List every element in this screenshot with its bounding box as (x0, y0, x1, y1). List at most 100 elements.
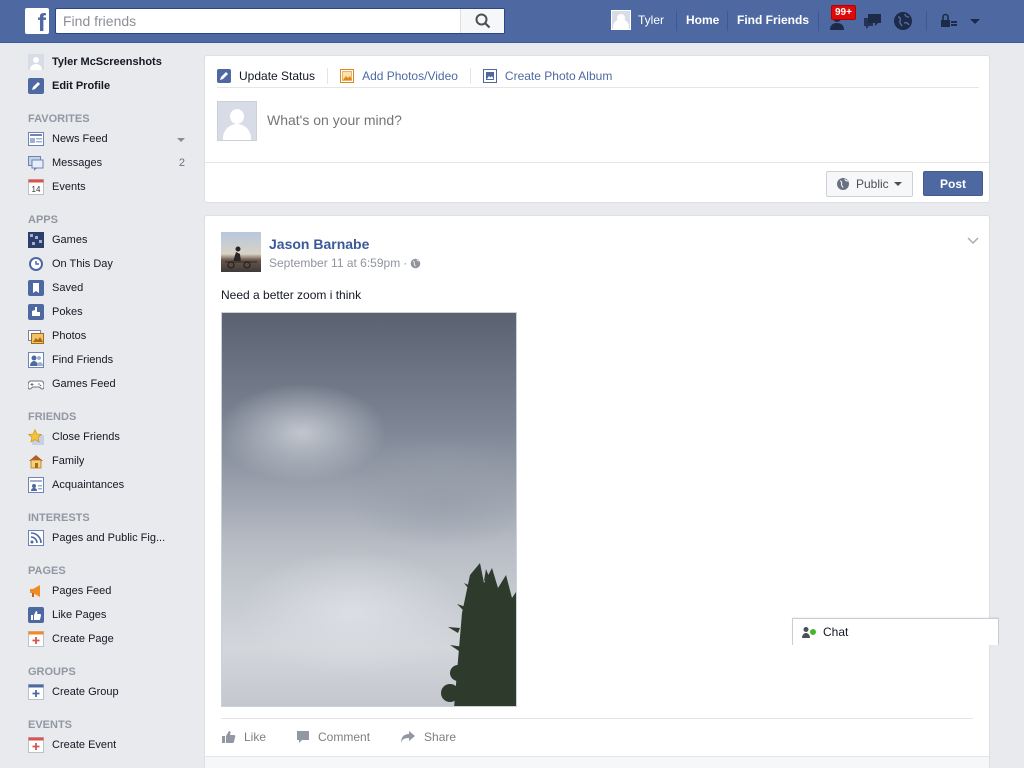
sidebar-item-acquaintances[interactable]: Acquaintances (28, 473, 198, 497)
sidebar-item-on-this-day[interactable]: On This Day (28, 252, 198, 276)
audience-selector[interactable]: Public (826, 171, 913, 197)
tab-create-photo-album[interactable]: Create Photo Album (482, 68, 624, 84)
like-button[interactable]: Like (221, 730, 266, 744)
chevron-down-icon (893, 182, 902, 186)
tab-update-status[interactable]: Update Status (217, 67, 329, 84)
sidebar-item-profile[interactable]: Tyler McScreenshots (28, 50, 198, 74)
account-menu-button[interactable] (968, 11, 990, 31)
sidebar-item-edit-profile[interactable]: Edit Profile (28, 74, 198, 98)
like-icon (222, 730, 236, 743)
composer-tabs: Update Status Add Photos/Video Create Ph… (217, 64, 979, 88)
sidebar-item-close-friends[interactable]: Close Friends (28, 425, 198, 449)
search-input[interactable] (56, 9, 456, 33)
section-header-interests: INTERESTS (28, 512, 90, 524)
create-page-icon (28, 631, 44, 647)
sidebar-item-news-feed[interactable]: News Feed (28, 127, 198, 151)
profile-link[interactable]: Tyler (611, 10, 664, 30)
messages-button[interactable] (862, 11, 884, 31)
sidebar-item-games[interactable]: Games (28, 228, 198, 252)
search-button[interactable] (460, 9, 504, 33)
sidebar-item-label: Family (52, 455, 85, 467)
sidebar-item-create-page[interactable]: Create Page (28, 627, 198, 651)
sidebar-item-games-feed[interactable]: Games Feed (28, 372, 198, 396)
create-group-icon (28, 684, 44, 700)
sidebar-item-label: Events (52, 181, 86, 193)
sidebar-item-pages-public-figures[interactable]: Pages and Public Fig... (28, 526, 198, 550)
avatar (217, 101, 257, 141)
megaphone-icon (28, 583, 44, 599)
sidebar-item-label: Like Pages (52, 609, 107, 621)
chat-label: Chat (823, 625, 849, 639)
audience-label: Public (856, 177, 889, 191)
star-icon (28, 429, 44, 445)
sidebar-item-events[interactable]: 14 Events (28, 175, 198, 199)
action-label: Comment (318, 729, 371, 744)
sidebar-item-label: Find Friends (52, 354, 114, 366)
story-text: Need a better zoom i think (221, 288, 362, 302)
friend-requests-badge: 99+ (831, 5, 856, 20)
sidebar-item-saved[interactable]: Saved (28, 276, 198, 300)
story-author-name[interactable]: Jason Barnabe (269, 236, 369, 252)
sidebar-item-label: Pages Feed (52, 585, 112, 597)
news-feed-icon (28, 131, 44, 147)
story-timestamp[interactable]: September 11 at 6:59pm (269, 256, 400, 270)
chevron-down-icon[interactable] (177, 138, 185, 142)
share-button[interactable]: Share (400, 730, 456, 744)
sidebar-item-like-pages[interactable]: Like Pages (28, 603, 198, 627)
comment-button[interactable]: Comment (296, 730, 370, 744)
nav-divider (727, 11, 728, 31)
meta-separator: · (403, 256, 408, 270)
status-input[interactable] (267, 112, 867, 128)
home-link[interactable]: Home (686, 13, 719, 27)
story-actions: Like Comment Share (221, 718, 973, 754)
nav-divider (676, 11, 677, 31)
story-photo[interactable] (221, 312, 517, 707)
share-icon (401, 730, 416, 743)
nav-divider (926, 11, 927, 31)
sidebar-item-label: Games Feed (52, 378, 116, 390)
top-navigation-bar: f Tyler Home Find Friends 99+ (0, 0, 1024, 43)
sidebar-item-photos[interactable]: Photos (28, 324, 198, 348)
sidebar-item-find-friends[interactable]: Find Friends (28, 348, 198, 372)
left-sidebar: Tyler McScreenshots Edit Profile FAVORIT… (28, 50, 198, 757)
sidebar-item-messages[interactable]: Messages 2 (28, 151, 198, 175)
post-button[interactable]: Post (923, 171, 983, 196)
sidebar-item-pages-feed[interactable]: Pages Feed (28, 579, 198, 603)
find-friends-link[interactable]: Find Friends (737, 13, 809, 27)
notifications-button[interactable] (893, 11, 915, 31)
tree-silhouette (441, 563, 516, 706)
tab-label: Add Photos/Video (362, 68, 458, 83)
messages-icon (28, 155, 44, 171)
games-feed-icon (28, 376, 44, 392)
caret-down-icon (970, 19, 980, 24)
sidebar-item-pokes[interactable]: Pokes (28, 300, 198, 324)
facebook-logo[interactable]: f (25, 8, 49, 34)
saved-icon (28, 280, 44, 296)
avatar[interactable] (221, 232, 261, 272)
status-composer: Update Status Add Photos/Video Create Ph… (204, 55, 990, 203)
pencil-icon (28, 78, 44, 94)
sidebar-item-label: Saved (52, 282, 84, 294)
unread-count: 2 (178, 157, 185, 169)
privacy-shortcuts-button[interactable] (940, 11, 962, 31)
section-header-friends: FRIENDS (28, 411, 77, 423)
sidebar-item-create-group[interactable]: Create Group (28, 680, 198, 704)
sidebar-item-family[interactable]: Family (28, 449, 198, 473)
sidebar-item-create-event[interactable]: Create Event (28, 733, 198, 757)
globe-icon (837, 178, 849, 190)
story-options-button[interactable] (967, 234, 979, 248)
section-header-events: EVENTS (28, 719, 73, 731)
search-box (55, 8, 505, 34)
sidebar-item-label: Photos (52, 330, 87, 342)
composer-footer: Public Post (205, 162, 989, 203)
tab-label: Create Photo Album (504, 68, 613, 83)
story-comments-area (205, 756, 989, 768)
sidebar-item-label: Messages (52, 157, 103, 169)
chevron-down-icon (967, 237, 979, 245)
chat-tab[interactable]: Chat (792, 618, 999, 645)
sidebar-item-label: Edit Profile (52, 80, 111, 92)
sidebar-item-label: Pokes (52, 306, 83, 318)
sidebar-item-label: Close Friends (52, 431, 120, 443)
tab-add-photos-video[interactable]: Add Photos/Video (340, 67, 471, 84)
on-this-day-icon (28, 256, 44, 272)
